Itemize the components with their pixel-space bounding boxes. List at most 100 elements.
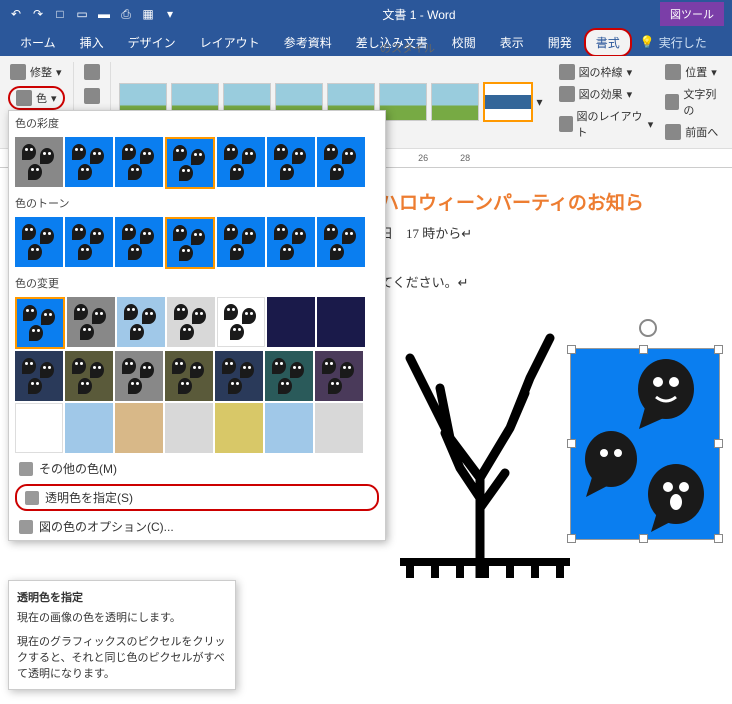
- sat-thumb-selected[interactable]: [165, 137, 215, 189]
- recolor-thumb-selected[interactable]: [15, 297, 65, 349]
- wrap-button[interactable]: 文字列の: [663, 84, 724, 120]
- print-icon[interactable]: ⎙: [118, 6, 134, 22]
- tone-thumb-selected[interactable]: [165, 217, 215, 269]
- recolor-thumb[interactable]: [215, 351, 263, 401]
- recolor-thumb[interactable]: [265, 403, 313, 453]
- position-button[interactable]: 位置 ▾: [663, 62, 724, 82]
- compress-button[interactable]: [82, 62, 102, 82]
- frame-button[interactable]: 図の枠線 ▾: [557, 62, 656, 82]
- tab-layout[interactable]: レイアウト: [188, 28, 272, 57]
- resize-handle[interactable]: [567, 534, 576, 543]
- open-icon[interactable]: ▭: [74, 6, 90, 22]
- tooltip-title: 透明色を指定: [17, 589, 227, 605]
- wrap-icon: [665, 94, 679, 110]
- resize-handle[interactable]: [714, 439, 723, 448]
- doc-text: てください。↵: [380, 272, 732, 291]
- forward-button[interactable]: 前面へ: [663, 122, 724, 142]
- tab-insert[interactable]: 挿入: [68, 28, 116, 57]
- rotate-handle[interactable]: [639, 319, 657, 337]
- recolor-thumb[interactable]: [317, 297, 365, 347]
- tab-home[interactable]: ホーム: [8, 28, 68, 57]
- recolor-thumb[interactable]: [117, 297, 165, 347]
- effects-button[interactable]: 図の効果 ▾: [557, 84, 656, 104]
- resize-handle[interactable]: [639, 534, 648, 543]
- more-colors-item[interactable]: その他の色(M): [9, 455, 385, 482]
- color-dropdown: 色の彩度 色のトーン 色の変更: [8, 110, 386, 541]
- styles-more[interactable]: ▾: [537, 95, 543, 109]
- resize-handle[interactable]: [639, 345, 648, 354]
- recolor-thumb[interactable]: [115, 351, 163, 401]
- quick-access: ↶ ↷ □ ▭ ▬ ⎙ ▦ ▾: [8, 6, 178, 22]
- forward-icon: [665, 124, 681, 140]
- tooltip: 透明色を指定 現在の画像の色を透明にします。 現在のグラフィックスのピクセルをク…: [8, 580, 236, 690]
- resize-handle[interactable]: [714, 534, 723, 543]
- sat-thumb[interactable]: [217, 137, 265, 187]
- tone-thumb[interactable]: [65, 217, 113, 267]
- style-thumb[interactable]: [431, 83, 479, 121]
- more-icon[interactable]: ▾: [162, 6, 178, 22]
- effects-icon: [559, 86, 575, 102]
- tab-design[interactable]: デザイン: [116, 28, 188, 57]
- tab-bar: ホーム 挿入 デザイン レイアウト 参考資料 差し込み文書 校閲 表示 開発 書…: [0, 28, 732, 56]
- position-icon: [665, 64, 681, 80]
- recolor-row: [9, 295, 385, 455]
- tone-thumb[interactable]: [317, 217, 365, 267]
- recolor-thumb[interactable]: [15, 351, 63, 401]
- sat-thumb[interactable]: [65, 137, 113, 187]
- recolor-thumb[interactable]: [215, 403, 263, 453]
- frame-icon: [559, 64, 575, 80]
- sat-thumb[interactable]: [15, 137, 63, 187]
- style-thumb-selected[interactable]: [483, 82, 533, 122]
- pic-layout-button[interactable]: 図のレイアウト ▾: [557, 106, 656, 142]
- color-options-item[interactable]: 図の色のオプション(C)...: [9, 513, 385, 540]
- sat-thumb[interactable]: [267, 137, 315, 187]
- doc-text: 日 17 時から↵: [380, 223, 732, 242]
- recolor-thumb[interactable]: [267, 297, 315, 347]
- sat-thumb[interactable]: [115, 137, 163, 187]
- tree-image: [390, 298, 580, 578]
- recolor-thumb[interactable]: [315, 351, 363, 401]
- resize-handle[interactable]: [714, 345, 723, 354]
- change-button[interactable]: [82, 86, 102, 106]
- tone-thumb[interactable]: [15, 217, 63, 267]
- recolor-thumb[interactable]: [165, 351, 213, 401]
- saturation-row: [9, 135, 385, 191]
- sat-thumb[interactable]: [317, 137, 365, 187]
- recolor-label: 色の変更: [9, 271, 385, 295]
- color-icon: [16, 90, 32, 106]
- set-transparent-item[interactable]: 透明色を指定(S): [15, 484, 379, 511]
- tone-row: [9, 215, 385, 271]
- recolor-thumb[interactable]: [15, 403, 63, 453]
- tab-format[interactable]: 書式: [584, 28, 632, 57]
- tab-references[interactable]: 参考資料: [272, 28, 344, 57]
- recolor-thumb[interactable]: [167, 297, 215, 347]
- tellme[interactable]: 💡実行した: [640, 34, 707, 51]
- tone-thumb[interactable]: [217, 217, 265, 267]
- resize-handle[interactable]: [567, 439, 576, 448]
- recolor-thumb[interactable]: [115, 403, 163, 453]
- preview-icon[interactable]: ▦: [140, 6, 156, 22]
- tab-developer[interactable]: 開発: [536, 28, 584, 57]
- compress-icon: [84, 64, 100, 80]
- recolor-thumb[interactable]: [165, 403, 213, 453]
- recolor-thumb[interactable]: [65, 351, 113, 401]
- recolor-thumb[interactable]: [265, 351, 313, 401]
- tab-review[interactable]: 校閲: [440, 28, 488, 57]
- color-button[interactable]: 色 ▾: [8, 86, 65, 110]
- resize-handle[interactable]: [567, 345, 576, 354]
- tab-view[interactable]: 表示: [488, 28, 536, 57]
- save-icon[interactable]: ▬: [96, 6, 112, 22]
- tone-thumb[interactable]: [115, 217, 163, 267]
- recolor-thumb[interactable]: [65, 403, 113, 453]
- new-icon[interactable]: □: [52, 6, 68, 22]
- recolor-thumb[interactable]: [315, 403, 363, 453]
- back-icon[interactable]: ↶: [8, 6, 24, 22]
- selected-image[interactable]: [570, 348, 720, 540]
- doc-title: 文書 1 - Word: [178, 6, 660, 23]
- tone-thumb[interactable]: [267, 217, 315, 267]
- recolor-thumb[interactable]: [67, 297, 115, 347]
- corrections-button[interactable]: 修整 ▾: [8, 62, 65, 82]
- redo-icon[interactable]: ↷: [30, 6, 46, 22]
- tone-label: 色のトーン: [9, 191, 385, 215]
- recolor-thumb[interactable]: [217, 297, 265, 347]
